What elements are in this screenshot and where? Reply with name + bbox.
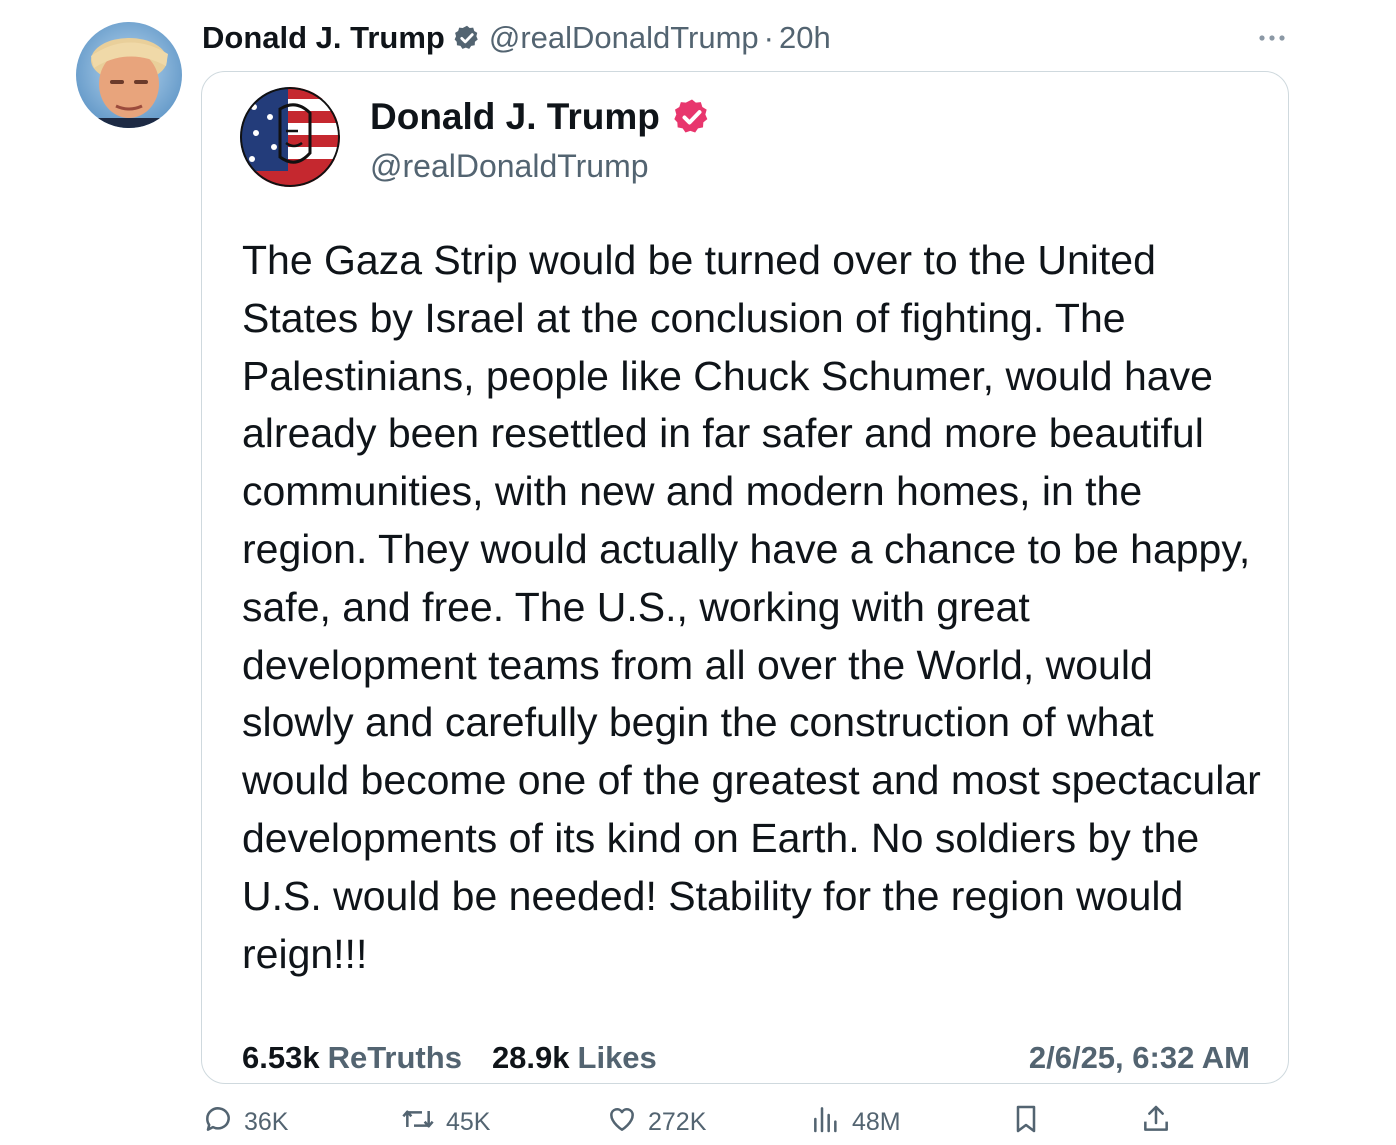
repost-button[interactable]: 45K bbox=[400, 1100, 490, 1144]
bookmark-button[interactable] bbox=[1010, 1100, 1042, 1144]
profile-avatar-image bbox=[76, 22, 182, 128]
likes-label[interactable]: Likes bbox=[578, 1040, 657, 1076]
flag-portrait-image bbox=[240, 87, 340, 187]
share-button[interactable] bbox=[1140, 1100, 1172, 1144]
post-body-text: The Gaza Strip would be turned over to t… bbox=[242, 237, 1261, 977]
retruths-count[interactable]: 6.53k bbox=[242, 1040, 320, 1076]
action-bar: 36K 45K 272K 48M bbox=[200, 1100, 1180, 1144]
author-name[interactable]: Donald J. Trump bbox=[202, 20, 445, 56]
embedded-author-name[interactable]: Donald J. Trump bbox=[370, 96, 660, 138]
post-date: 2/6/25, 6:32 AM bbox=[1028, 1040, 1250, 1075]
bookmark-icon bbox=[1010, 1103, 1042, 1142]
embedded-author: Donald J. Trump bbox=[370, 96, 712, 138]
views-icon bbox=[810, 1103, 842, 1142]
engagement-stats: 6.53k ReTruths 28.9k Likes 2/6/25, 6:32 … bbox=[242, 1038, 1250, 1078]
embedded-post-card[interactable]: Donald J. Trump @realDonaldTrump The Gaz… bbox=[201, 71, 1289, 1084]
post-time[interactable]: 20h bbox=[779, 20, 831, 56]
repost-icon bbox=[400, 1103, 436, 1142]
reply-count: 36K bbox=[244, 1107, 289, 1136]
views-button[interactable]: 48M bbox=[810, 1100, 901, 1144]
verified-badge-icon bbox=[672, 97, 712, 137]
share-icon bbox=[1140, 1103, 1172, 1142]
repost-count: 45K bbox=[446, 1107, 491, 1136]
profile-avatar[interactable] bbox=[76, 22, 182, 128]
author-handle[interactable]: @realDonaldTrump bbox=[489, 20, 759, 56]
reply-icon bbox=[202, 1103, 234, 1142]
more-icon[interactable] bbox=[1256, 22, 1288, 54]
embedded-avatar bbox=[240, 87, 340, 187]
retruths-label[interactable]: ReTruths bbox=[328, 1040, 462, 1076]
likes-count[interactable]: 28.9k bbox=[492, 1040, 570, 1076]
views-count: 48M bbox=[852, 1107, 901, 1136]
reply-button[interactable]: 36K bbox=[202, 1100, 288, 1144]
separator-dot: · bbox=[763, 20, 774, 55]
verified-badge-icon bbox=[453, 24, 481, 52]
like-button[interactable]: 272K bbox=[606, 1100, 706, 1144]
embedded-author-handle[interactable]: @realDonaldTrump bbox=[370, 148, 649, 185]
like-count: 272K bbox=[648, 1107, 707, 1136]
heart-icon bbox=[606, 1103, 638, 1142]
post-header: Donald J. Trump @realDonaldTrump · 20h bbox=[202, 16, 1296, 60]
